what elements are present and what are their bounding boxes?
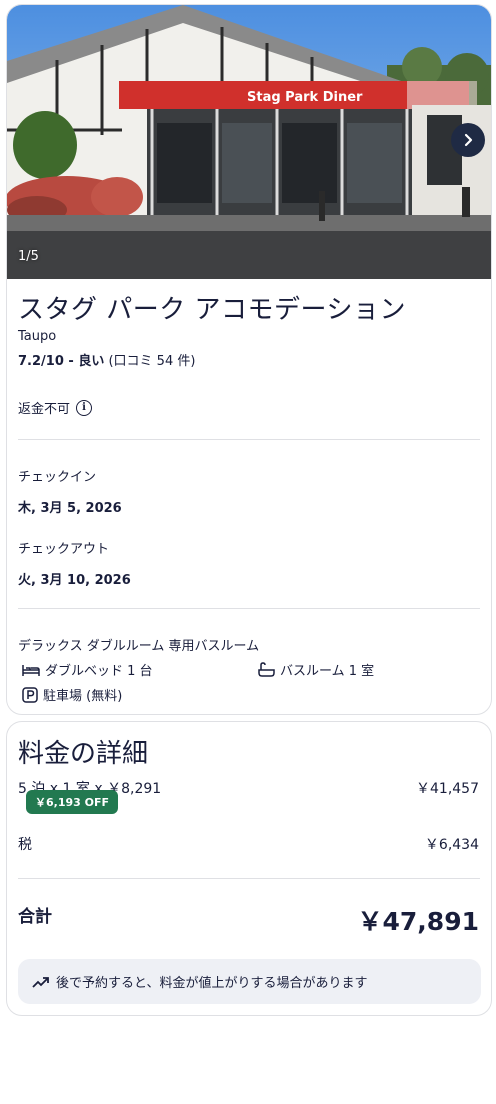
rating-score: 7.2/10 - 良い xyxy=(18,354,105,369)
carousel-next-button[interactable] xyxy=(451,123,485,157)
property-photo[interactable]: Stag Park Diner 1/5 xyxy=(7,5,491,279)
amenity-bed: ダブルベッド 1 台 xyxy=(22,660,153,679)
total-value: ￥47,891 xyxy=(357,907,479,936)
property-photo-image: Stag Park Diner xyxy=(7,5,491,279)
price-details-title: 料金の詳細 xyxy=(18,739,149,769)
total-label: 合計 xyxy=(18,907,52,927)
info-icon[interactable]: i xyxy=(76,399,93,416)
checkin-label: チェックイン xyxy=(18,470,97,485)
price-details-card: 料金の詳細 5 泊 x 1 室 x ￥8,291 ￥41,457 ￥6,193 … xyxy=(6,721,492,1016)
property-card: Stag Park Diner 1/5 スタグ パーク アコモデーション Tau… xyxy=(6,4,492,715)
bed-icon xyxy=(22,664,40,676)
price-increase-notice-text: 後で予約すると、料金が値上がりする場合があります xyxy=(56,976,368,991)
property-city: Taupo xyxy=(18,329,57,344)
divider xyxy=(18,608,480,609)
room-name: デラックス ダブルルーム 専用バスルーム xyxy=(18,639,260,654)
amenity-bathroom-label: バスルーム 1 室 xyxy=(280,664,375,679)
discount-badge: ￥6,193 OFF xyxy=(26,790,119,814)
rating-reviews: (口コミ 54 件) xyxy=(108,354,196,369)
parking-icon xyxy=(22,686,38,703)
amenity-bathroom: バスルーム 1 室 xyxy=(257,660,374,679)
sign-text: Stag Park Diner xyxy=(247,90,363,105)
tax-label: 税 xyxy=(18,837,32,853)
amenity-bed-label: ダブルベッド 1 台 xyxy=(45,664,153,679)
checkout-label: チェックアウト xyxy=(18,542,110,557)
trending-up-icon xyxy=(32,976,49,988)
checkin-date: 木, 3月 5, 2026 xyxy=(18,501,122,516)
property-name: スタグ パーク アコモデーション xyxy=(18,295,407,325)
tax-value: ￥6,434 xyxy=(424,837,479,853)
photo-counter: 1/5 xyxy=(18,249,39,264)
divider xyxy=(18,878,480,879)
refund-policy-label: 返金不可 xyxy=(18,402,71,417)
amenity-parking-label: 駐車場 (無料) xyxy=(43,689,123,704)
price-increase-notice: 後で予約すると、料金が値上がりする場合があります xyxy=(18,959,481,1004)
bathtub-icon xyxy=(258,661,275,677)
nights-total: ￥41,457 xyxy=(416,781,479,797)
chevron-right-icon xyxy=(464,133,473,147)
amenity-parking: 駐車場 (無料) xyxy=(22,685,122,704)
refund-policy: 返金不可 i xyxy=(18,398,93,417)
property-rating: 7.2/10 - 良い (口コミ 54 件) xyxy=(18,350,195,369)
divider xyxy=(18,439,480,440)
checkout-date: 火, 3月 10, 2026 xyxy=(18,573,131,588)
